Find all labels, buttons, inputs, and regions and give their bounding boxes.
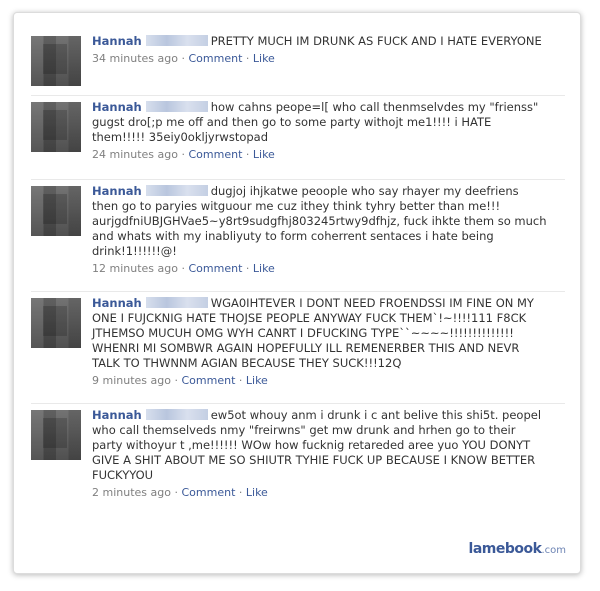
post-text-block: Hannah dugjoj ihjkatwe peoople who say rh…	[92, 184, 547, 259]
avatar[interactable]	[31, 186, 81, 236]
lamebook-watermark: lamebook.com	[469, 541, 566, 557]
like-link[interactable]: Like	[246, 374, 268, 387]
like-link[interactable]: Like	[246, 486, 268, 499]
comment-link[interactable]: Comment	[188, 52, 242, 65]
redacted-surname	[145, 185, 208, 196]
author-name[interactable]: Hannah	[92, 184, 142, 198]
author-name[interactable]: Hannah	[92, 34, 142, 48]
comment-link[interactable]: Comment	[188, 262, 242, 275]
post-text-block: Hannah WGA0IHTEVER I DONT NEED FROENDSSI …	[92, 296, 547, 371]
redacted-surname	[145, 297, 208, 308]
feed-card: Hannah PRETTY MUCH IM DRUNK AS FUCK AND I…	[13, 12, 581, 574]
author-name[interactable]: Hannah	[92, 100, 142, 114]
post-body: Hannah PRETTY MUCH IM DRUNK AS FUCK AND I…	[92, 34, 547, 66]
meta-separator: ·	[245, 52, 250, 65]
post-timestamp: 9 minutes ago	[92, 374, 171, 387]
avatar[interactable]	[31, 410, 81, 460]
feed-post: Hannah dugjoj ihjkatwe peoople who say rh…	[31, 179, 565, 292]
avatar[interactable]	[31, 36, 81, 86]
feed-post: Hannah ew5ot whouy anm i drunk i c ant be…	[31, 403, 565, 516]
watermark-suffix: .com	[541, 545, 566, 556]
post-text-block: Hannah PRETTY MUCH IM DRUNK AS FUCK AND I…	[92, 34, 547, 49]
post-text: PRETTY MUCH IM DRUNK AS FUCK AND I HATE …	[210, 34, 542, 48]
post-meta: 12 minutes ago · Comment · Like	[92, 261, 547, 276]
post-body: Hannah dugjoj ihjkatwe peoople who say rh…	[92, 184, 547, 276]
post-body: Hannah ew5ot whouy anm i drunk i c ant be…	[92, 408, 547, 500]
meta-separator: ·	[245, 148, 250, 161]
meta-separator: ·	[238, 486, 243, 499]
like-link[interactable]: Like	[253, 262, 275, 275]
post-timestamp: 34 minutes ago	[92, 52, 178, 65]
avatar[interactable]	[31, 102, 81, 152]
redacted-surname	[145, 409, 208, 420]
post-text-block: Hannah how cahns peope=l[ who call thenms…	[92, 100, 547, 145]
post-body: Hannah WGA0IHTEVER I DONT NEED FROENDSSI …	[92, 296, 547, 388]
like-link[interactable]: Like	[253, 52, 275, 65]
meta-separator: ·	[181, 262, 185, 275]
post-meta: 2 minutes ago · Comment · Like	[92, 485, 547, 500]
post-timestamp: 12 minutes ago	[92, 262, 178, 275]
like-link[interactable]: Like	[253, 148, 275, 161]
comment-link[interactable]: Comment	[181, 486, 235, 499]
redacted-surname	[145, 101, 208, 112]
redacted-surname	[145, 35, 208, 46]
post-timestamp: 2 minutes ago	[92, 486, 171, 499]
post-text-block: Hannah ew5ot whouy anm i drunk i c ant be…	[92, 408, 547, 483]
meta-separator: ·	[238, 374, 243, 387]
post-meta: 34 minutes ago · Comment · Like	[92, 51, 547, 66]
author-name[interactable]: Hannah	[92, 296, 142, 310]
post-timestamp: 24 minutes ago	[92, 148, 178, 161]
post-body: Hannah how cahns peope=l[ who call thenms…	[92, 100, 547, 162]
meta-separator: ·	[174, 374, 178, 387]
feed-post: Hannah how cahns peope=l[ who call thenms…	[31, 95, 565, 180]
author-name[interactable]: Hannah	[92, 408, 142, 422]
feed-post: Hannah WGA0IHTEVER I DONT NEED FROENDSSI …	[31, 291, 565, 404]
meta-separator: ·	[181, 148, 185, 161]
comment-link[interactable]: Comment	[188, 148, 242, 161]
meta-separator: ·	[181, 52, 185, 65]
meta-separator: ·	[174, 486, 178, 499]
watermark-brand: lamebook	[468, 541, 542, 557]
post-meta: 24 minutes ago · Comment · Like	[92, 147, 547, 162]
avatar[interactable]	[31, 298, 81, 348]
post-meta: 9 minutes ago · Comment · Like	[92, 373, 547, 388]
comment-link[interactable]: Comment	[181, 374, 235, 387]
meta-separator: ·	[245, 262, 250, 275]
feed-post: Hannah PRETTY MUCH IM DRUNK AS FUCK AND I…	[31, 30, 565, 100]
